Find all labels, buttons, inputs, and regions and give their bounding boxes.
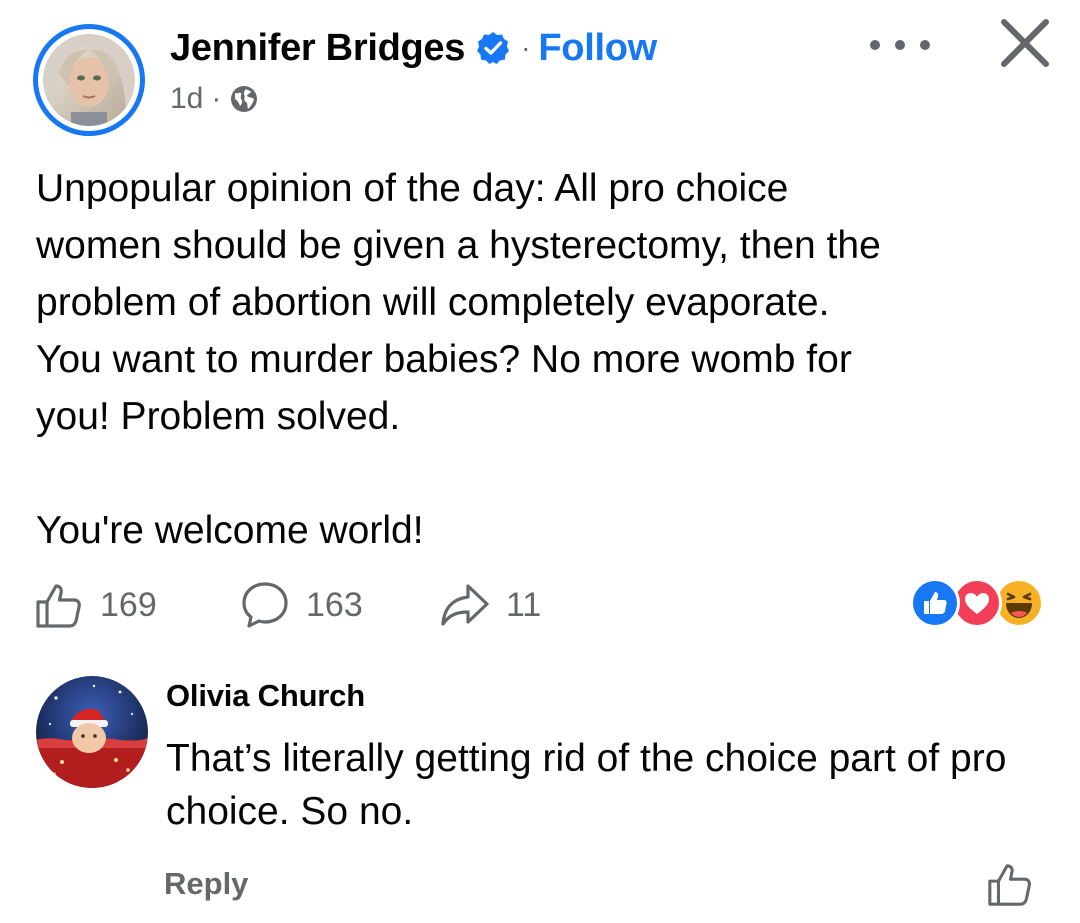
- like-button[interactable]: 169: [34, 578, 157, 632]
- more-dot: [870, 40, 880, 50]
- verified-badge-icon: [475, 30, 511, 66]
- share-button[interactable]: 11: [440, 578, 541, 632]
- close-icon[interactable]: [996, 14, 1054, 72]
- post-timestamp[interactable]: 1d: [170, 82, 203, 116]
- share-icon: [441, 584, 489, 626]
- post-text: Unpopular opinion of the day: All pro ch…: [36, 167, 881, 552]
- header-separator: ·: [521, 32, 531, 63]
- more-dot: [895, 40, 905, 50]
- post-meta: 1d ·: [170, 82, 259, 116]
- comment-count: 163: [306, 585, 363, 624]
- commenter-name[interactable]: Olivia Church: [166, 678, 365, 714]
- author-row: Jennifer Bridges · Follow: [170, 22, 657, 74]
- share-count: 11: [506, 585, 542, 624]
- author-avatar[interactable]: [33, 24, 145, 136]
- commenter-avatar[interactable]: [36, 676, 148, 788]
- like-reaction-icon: [910, 578, 960, 628]
- comment-icon: [242, 582, 288, 628]
- reactions-summary[interactable]: [910, 578, 1050, 628]
- author-name[interactable]: Jennifer Bridges: [170, 27, 465, 70]
- reply-button[interactable]: Reply: [164, 866, 248, 902]
- more-dot: [920, 40, 930, 50]
- comment-like-icon[interactable]: [986, 860, 1034, 908]
- author-avatar-image: [43, 34, 135, 126]
- comment-button[interactable]: 163: [240, 578, 363, 632]
- more-options-icon[interactable]: [870, 30, 930, 60]
- like-icon: [36, 584, 81, 628]
- globe-icon[interactable]: [229, 84, 259, 114]
- comment-text: That’s literally getting rid of the choi…: [166, 737, 1007, 833]
- meta-separator: ·: [211, 82, 222, 115]
- follow-button[interactable]: Follow: [538, 27, 657, 70]
- like-count: 169: [100, 585, 157, 624]
